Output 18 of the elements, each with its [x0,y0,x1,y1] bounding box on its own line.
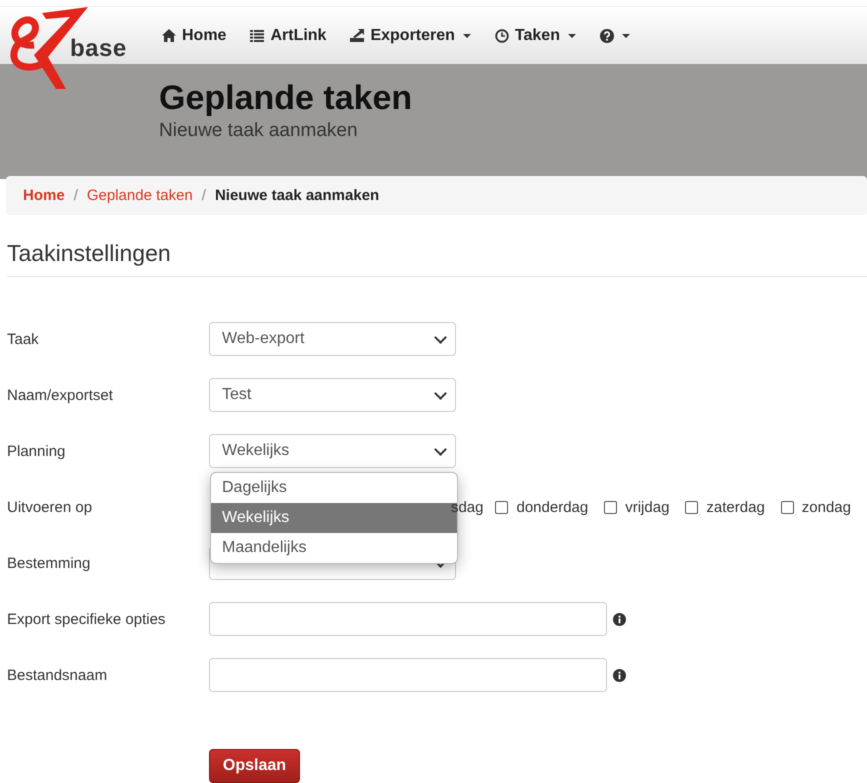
field-label: Export specifieke opties [6,610,166,628]
field-label: Bestandsnaam [6,666,108,684]
field-label: Bestemming [6,554,92,572]
day-label: vrijdag [625,498,670,516]
breadcrumb-separator: / [202,187,206,204]
page-title: Geplande taken [159,78,414,118]
section-title: Taakinstellingen [7,240,867,277]
field-label: Uitvoeren op [6,498,94,516]
field-label: Taak [6,330,40,348]
field-label: Planning [6,442,66,460]
day-label: zaterdag [706,498,765,516]
breadcrumb-current: Nieuwe taak aanmaken [214,187,380,204]
breadcrumb-separator: / [74,187,78,204]
page-subtitle: Nieuwe taak aanmaken [159,120,359,142]
day-label: donderdag [516,498,588,516]
day-label: zondag [802,498,851,516]
logo-text: base [70,35,127,63]
field-label: Naam/exportset [6,386,114,404]
